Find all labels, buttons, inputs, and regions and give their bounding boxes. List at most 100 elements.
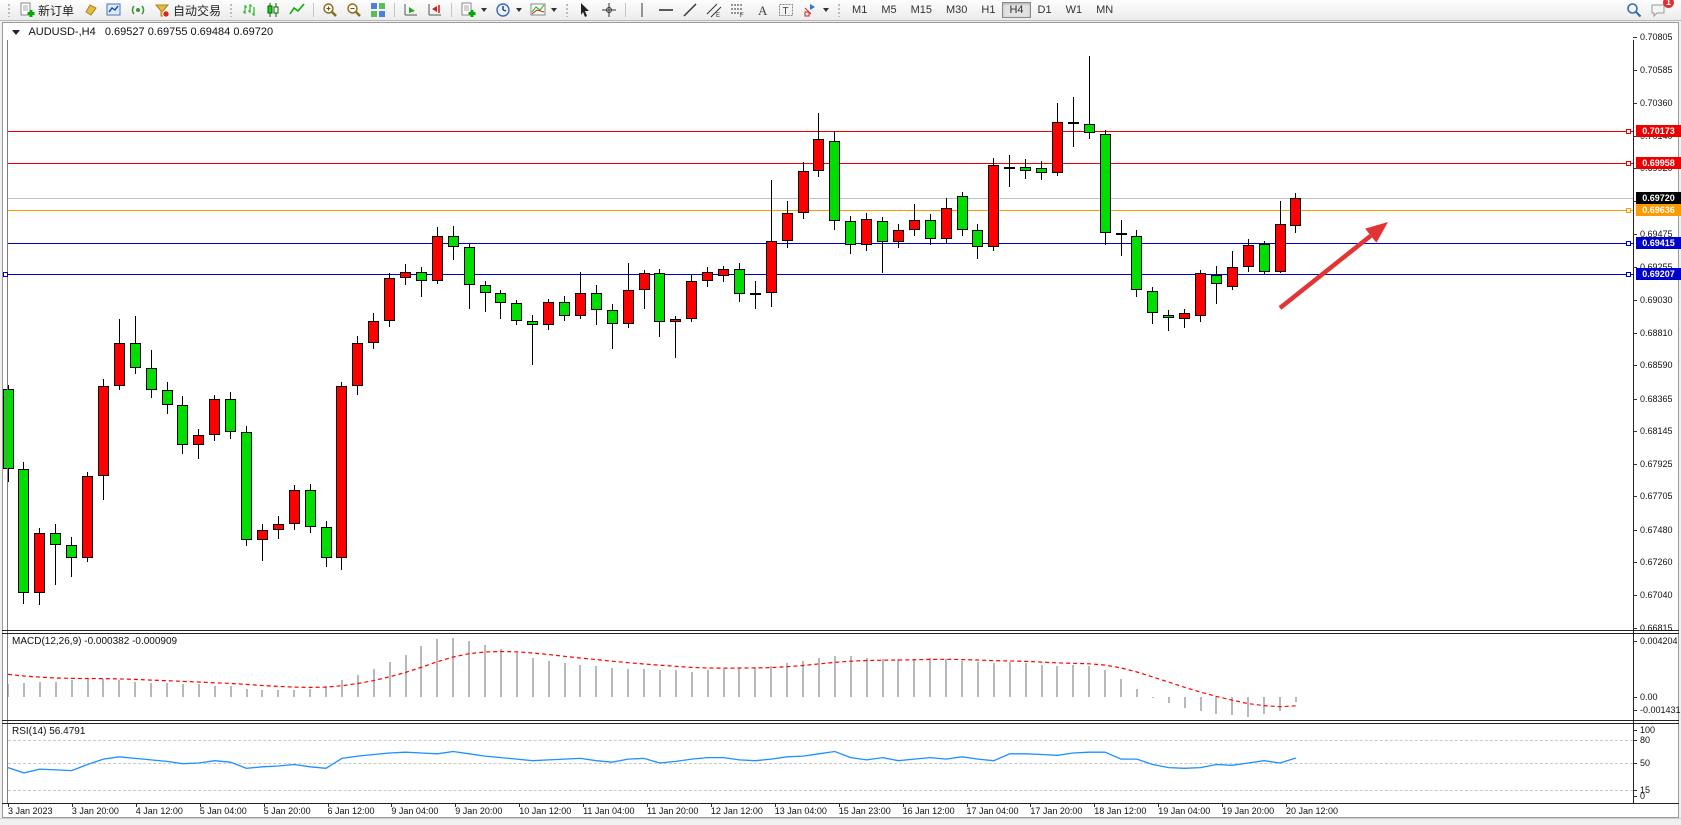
- bar-chart-button[interactable]: [237, 0, 261, 21]
- auto-scroll-button[interactable]: [399, 0, 423, 21]
- new-order-button[interactable]: 新订单: [15, 0, 78, 21]
- candle-body: [98, 386, 109, 476]
- candle-body: [766, 241, 777, 293]
- price-tick-mark: [1633, 37, 1637, 38]
- timeframe-button-m5[interactable]: M5: [874, 2, 903, 18]
- line-handle[interactable]: [1626, 129, 1631, 134]
- equidistant-channel-button[interactable]: E: [702, 0, 726, 21]
- zoom-in-button[interactable]: [318, 0, 342, 21]
- candle-body: [225, 399, 236, 432]
- macd-histogram-bar: [532, 658, 534, 697]
- crosshair-button[interactable]: [597, 0, 621, 21]
- gold-button[interactable]: [78, 0, 102, 21]
- line-handle[interactable]: [1626, 208, 1631, 213]
- auto-trading-button[interactable]: 自动交易: [150, 0, 225, 21]
- rsi-panel-separator[interactable]: [2, 720, 1679, 721]
- time-tick-label: 10 Jan 12:00: [519, 806, 571, 816]
- search-button[interactable]: [1622, 0, 1646, 21]
- price-tick-label: 0.70585: [1640, 65, 1673, 75]
- price-label-0.69415: 0.69415: [1636, 237, 1681, 249]
- candle-body: [1275, 224, 1286, 271]
- reports-button[interactable]: [102, 0, 126, 21]
- candle-body: [177, 405, 188, 445]
- tile-windows-button[interactable]: [366, 0, 390, 21]
- timeframe-button-h4[interactable]: H4: [1002, 2, 1030, 18]
- time-tick-label: 3 Jan 20:00: [72, 806, 119, 816]
- vline-icon: [634, 2, 650, 18]
- timeframe-button-m30[interactable]: M30: [939, 2, 974, 18]
- candle-body: [845, 221, 856, 245]
- candle-wick: [675, 316, 676, 357]
- candle-body: [734, 269, 745, 294]
- toolbar-grip[interactable]: [7, 3, 11, 17]
- line-handle[interactable]: [1626, 272, 1631, 277]
- line-handle[interactable]: [1626, 241, 1631, 246]
- indicators-button[interactable]: [456, 0, 491, 21]
- chart-shift-button[interactable]: [423, 0, 447, 21]
- timeframe-button-mn[interactable]: MN: [1089, 2, 1120, 18]
- periods-button[interactable]: [491, 0, 526, 21]
- price-line-0.69207[interactable]: [8, 274, 1633, 275]
- fibonacci-button[interactable]: F: [726, 0, 750, 21]
- candle-body: [146, 368, 157, 390]
- price-line-0.70173[interactable]: [8, 131, 1633, 132]
- cursor-button[interactable]: [573, 0, 597, 21]
- trendline-button[interactable]: [678, 0, 702, 21]
- price-tick-mark: [1633, 70, 1637, 71]
- candle-body: [1259, 244, 1270, 272]
- macd-tick-mark: [1633, 697, 1637, 698]
- zoom-in-icon: [322, 2, 338, 18]
- zoom-out-icon: [346, 2, 362, 18]
- price-line-0.69636[interactable]: [8, 210, 1633, 211]
- candle-body: [559, 302, 570, 317]
- candle-body: [130, 343, 141, 368]
- toolbar-grip[interactable]: [837, 3, 841, 17]
- horizontal-line-button[interactable]: [654, 0, 678, 21]
- label-icon: T: [778, 2, 794, 18]
- arrows-button[interactable]: [798, 0, 833, 21]
- signals-button[interactable]: [126, 0, 150, 21]
- candle-body: [18, 469, 29, 593]
- dropdown-caret-icon: [481, 8, 487, 12]
- timeframe-button-w1[interactable]: W1: [1059, 2, 1090, 18]
- chevron-down-icon[interactable]: [12, 30, 20, 35]
- macd-histogram-bar: [436, 639, 438, 697]
- svg-text:F: F: [740, 13, 744, 18]
- tile-windows-icon: [370, 2, 386, 18]
- rsi-axis-label: 50: [1640, 758, 1650, 768]
- candle-body: [511, 303, 522, 321]
- macd-histogram-bar: [1136, 689, 1138, 697]
- templates-button[interactable]: [526, 0, 561, 21]
- timeframe-button-m15[interactable]: M15: [904, 2, 939, 18]
- line-chart-button[interactable]: [285, 0, 309, 21]
- periods-icon: [495, 2, 511, 18]
- zoom-out-button[interactable]: [342, 0, 366, 21]
- toolbar-grip[interactable]: [565, 3, 569, 17]
- toolbar-grip[interactable]: [229, 3, 233, 17]
- candle-wick: [1216, 266, 1217, 305]
- candlestick-chart-button[interactable]: [261, 0, 285, 21]
- candle-body: [1052, 122, 1063, 172]
- vertical-line-button[interactable]: [630, 0, 654, 21]
- timeframe-button-d1[interactable]: D1: [1031, 2, 1059, 18]
- macd-histogram-bar: [1072, 665, 1074, 697]
- line-handle[interactable]: [3, 272, 8, 277]
- macd-panel-separator[interactable]: [2, 630, 1679, 631]
- price-tick-label: 0.66815: [1640, 623, 1673, 633]
- time-tick-label: 9 Jan 04:00: [391, 806, 438, 816]
- macd-histogram-bar: [1168, 697, 1170, 703]
- line-handle[interactable]: [1626, 161, 1631, 166]
- macd-histogram-bar: [1231, 697, 1233, 715]
- candle-body: [1084, 124, 1095, 133]
- macd-histogram-bar: [913, 659, 915, 697]
- price-tick-mark: [1633, 595, 1637, 596]
- price-line-0.69415[interactable]: [8, 243, 1633, 244]
- timeframe-button-h1[interactable]: H1: [974, 2, 1002, 18]
- notifications-button[interactable]: 1: [1646, 0, 1670, 21]
- text-button[interactable]: A: [750, 0, 774, 21]
- price-tick-mark: [1633, 562, 1637, 563]
- text-label-button[interactable]: T: [774, 0, 798, 21]
- price-tick-mark: [1633, 431, 1637, 432]
- macd-histogram-bar: [723, 669, 725, 697]
- timeframe-button-m1[interactable]: M1: [845, 2, 874, 18]
